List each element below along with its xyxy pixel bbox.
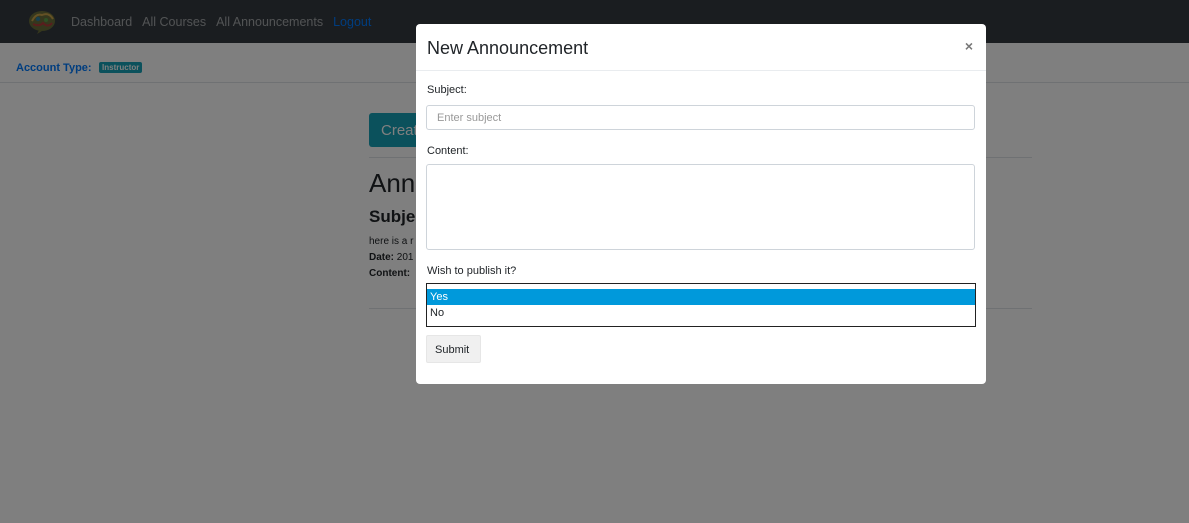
publish-label: Wish to publish it? [427,265,517,277]
subject-input[interactable]: Enter subject [426,105,975,130]
publish-select[interactable]: Yes No [426,283,976,327]
modal-title: New Announcement [427,38,589,58]
subject-label: Subject: [427,84,467,96]
submit-button[interactable]: Submit [426,335,481,363]
content-label: Content: [427,145,469,157]
publish-option-no[interactable]: No [427,305,975,321]
content-textarea[interactable] [426,164,975,250]
close-icon[interactable]: × [965,38,973,54]
new-announcement-modal: New Announcement × Subject: Enter subjec… [416,24,986,384]
modal-header: New Announcement × [416,24,986,71]
publish-option-yes[interactable]: Yes [427,289,975,305]
